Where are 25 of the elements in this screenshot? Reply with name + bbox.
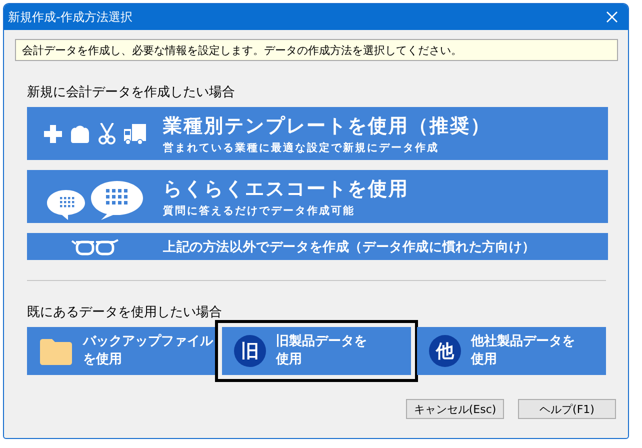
speech-bubble-icon [90, 180, 144, 220]
window-title: 新規作成-作成方法選択 [8, 8, 132, 26]
speech-bubble-icon [46, 188, 86, 220]
dialog-button[interactable]: キャンセル(Esc) [406, 399, 504, 419]
option-subtitle: 営まれている業種に最適な設定で新規にデータ作成 [163, 140, 440, 154]
truck-icon [122, 122, 146, 144]
close-icon[interactable] [606, 11, 618, 23]
option-button[interactable]: らくらくエスコートを使用 質問に答えるだけでデータ作成可能 [27, 170, 608, 223]
info-message: 会計データを作成し、必要な情報を設定します。データの作成方法を選択してください。 [15, 39, 618, 61]
source-button[interactable]: 旧 旧製品データを使用 [222, 327, 411, 375]
option-subtitle: 質問に答えるだけでデータ作成可能 [163, 204, 356, 218]
badge-icon: 他 [429, 335, 461, 367]
option-button[interactable]: 業種別テンプレートを使用（推奨） 営まれている業種に最適な設定で新規にデータ作成 [27, 107, 608, 160]
scissors-icon [98, 122, 116, 144]
plus-icon [44, 124, 62, 142]
section-heading: 既にあるデータを使用したい場合 [27, 304, 223, 321]
glasses-icon [70, 238, 120, 256]
section-heading: 新規に会計データを作成したい場合 [27, 84, 236, 101]
folder-icon [39, 337, 73, 365]
source-button[interactable]: 他 他社製品データを使用 [417, 327, 606, 375]
option-button[interactable]: 上記の方法以外でデータを作成（データ作成に慣れた方向け） [27, 233, 608, 260]
dialog-button[interactable]: ヘルプ(F1) [518, 399, 616, 419]
bun-icon [68, 124, 90, 142]
source-button[interactable]: バックアップファイルを使用 [27, 327, 216, 375]
badge-icon: 旧 [234, 335, 266, 367]
